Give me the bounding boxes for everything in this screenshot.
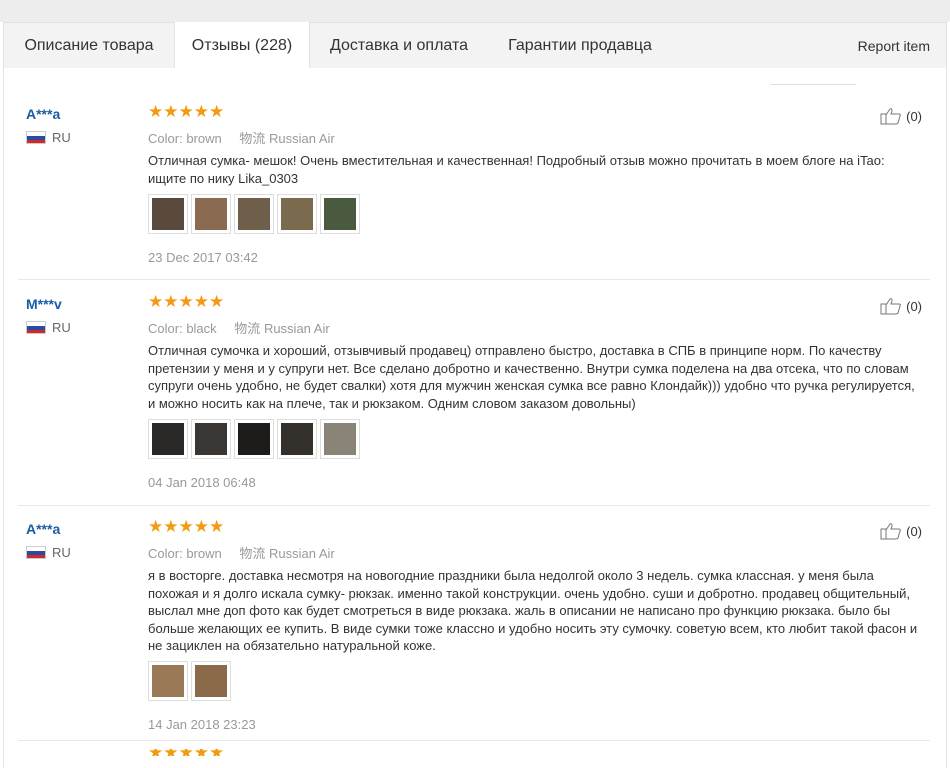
rating-stars: ★★★★★ [148, 517, 225, 536]
review-photo-thumbnail[interactable] [191, 661, 231, 701]
review-photos [148, 194, 363, 234]
helpful-count: (0) [906, 523, 922, 539]
reviewer-name: M***v [26, 296, 62, 312]
review-photo-thumbnail[interactable] [191, 194, 231, 234]
report-item-link[interactable]: Report item [858, 23, 930, 69]
reviewer-name: A***a [26, 521, 61, 537]
rating-stars-partial: ★★★★★ [148, 749, 224, 756]
review-photo-thumbnail[interactable] [277, 419, 317, 459]
helpful-button[interactable]: (0) [880, 107, 922, 125]
review-date: 04 Jan 2018 06:48 [148, 475, 256, 490]
review-date: 14 Jan 2018 23:23 [148, 717, 256, 732]
review-photo-thumbnail[interactable] [234, 194, 274, 234]
helpful-button[interactable]: (0) [880, 522, 922, 540]
thumbs-up-icon [880, 523, 901, 540]
review-text: я в восторге. доставка несмотря на новог… [148, 568, 918, 653]
review-meta: Color: brown 物流 Russian Air [148, 131, 335, 146]
rating-stars: ★★★★★ [148, 102, 225, 121]
helpful-count: (0) [906, 298, 922, 314]
tab-description[interactable]: Описание товара [4, 23, 174, 69]
review-separator [18, 740, 930, 741]
review-item: A***a RU ★★★★★ Color: brown 物流 Russian A… [18, 102, 930, 280]
review-separator [18, 505, 930, 506]
review-date: 23 Dec 2017 03:42 [148, 250, 258, 265]
review-text: Отличная сумочка и хороший, отзывчивый п… [148, 343, 915, 411]
review-photo-thumbnail[interactable] [234, 419, 274, 459]
review-item: A***a RU ★★★★★ Color: brown 物流 Russian A… [18, 517, 930, 741]
review-photo-thumbnail[interactable] [148, 661, 188, 701]
review-item: M***v RU ★★★★★ Color: black 物流 Russian A… [18, 292, 930, 506]
russia-flag-icon [26, 546, 46, 559]
reviewer-country: RU [26, 545, 71, 560]
reviewer-name: A***a [26, 106, 61, 122]
tab-bar: Описание товара Отзывы (228) Доставка и … [3, 22, 947, 69]
review-photos [148, 661, 234, 701]
review-meta: Color: black 物流 Russian Air [148, 321, 330, 336]
helpful-button[interactable]: (0) [880, 297, 922, 315]
divider [770, 84, 856, 85]
thumbs-up-icon [880, 108, 901, 125]
russia-flag-icon [26, 321, 46, 334]
thumbs-up-icon [880, 298, 901, 315]
top-strip [0, 0, 950, 22]
review-photo-thumbnail[interactable] [277, 194, 317, 234]
review-photo-thumbnail[interactable] [148, 194, 188, 234]
tab-delivery[interactable]: Доставка и оплата [312, 23, 486, 69]
review-separator [18, 279, 930, 280]
reviewer-country: RU [26, 130, 71, 145]
tab-reviews[interactable]: Отзывы (228) [174, 22, 310, 69]
review-text: Отличная сумка- мешок! Очень вместительн… [148, 153, 885, 186]
tab-seller-guarantee[interactable]: Гарантии продавца [490, 23, 670, 69]
russia-flag-icon [26, 131, 46, 144]
review-photo-thumbnail[interactable] [148, 419, 188, 459]
rating-stars: ★★★★★ [148, 292, 225, 311]
review-photo-thumbnail[interactable] [320, 419, 360, 459]
review-photos [148, 419, 363, 459]
reviewer-country: RU [26, 320, 71, 335]
review-photo-thumbnail[interactable] [320, 194, 360, 234]
review-photo-thumbnail[interactable] [191, 419, 231, 459]
helpful-count: (0) [906, 108, 922, 124]
review-meta: Color: brown 物流 Russian Air [148, 546, 335, 561]
